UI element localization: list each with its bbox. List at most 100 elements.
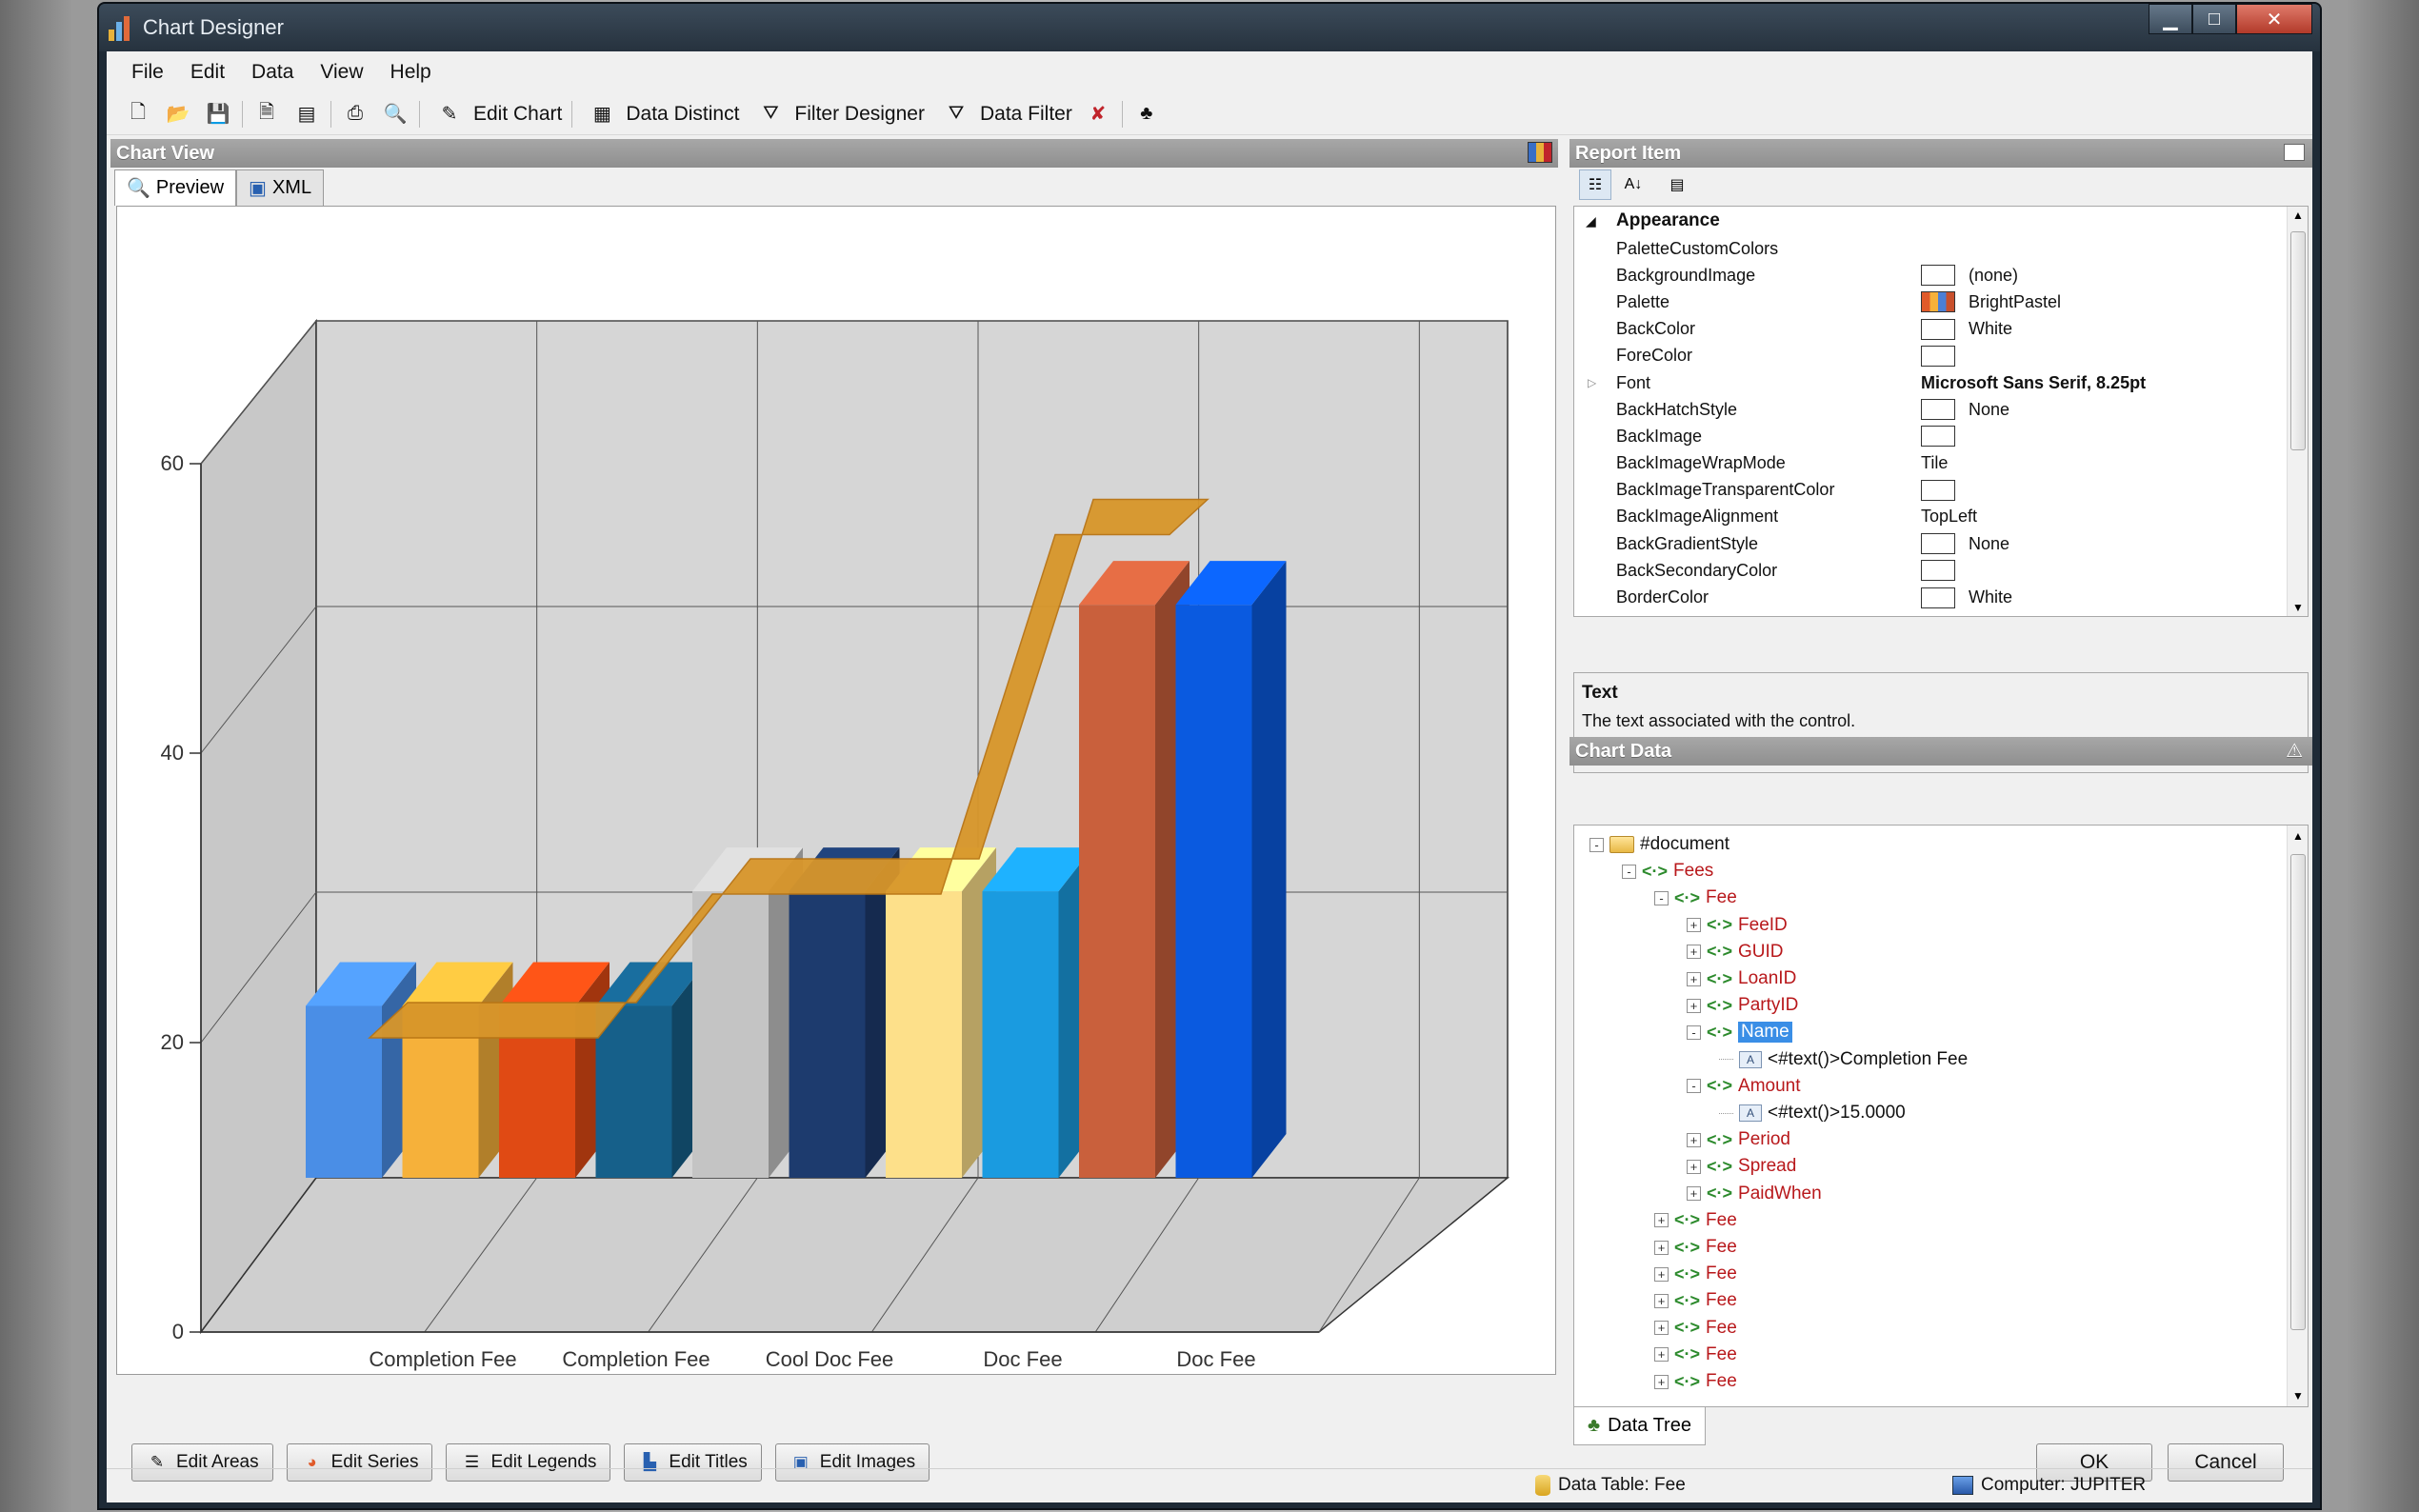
scroll-up-icon[interactable]: ▲ [2292,829,2304,843]
close-button[interactable]: ✕ [2236,4,2312,34]
property-value[interactable]: Tile [1921,453,1948,473]
expand-icon[interactable]: + [1687,1159,1701,1174]
expand-icon[interactable]: + [1687,971,1701,986]
property-row[interactable]: BorderColor White [1574,584,2308,610]
property-scrollbar[interactable]: ▲ ▼ [2287,207,2308,616]
property-value[interactable]: (none) [1921,265,2018,287]
expand-icon[interactable]: + [1654,1240,1669,1255]
property-value[interactable] [1921,345,1969,367]
tree-node[interactable]: - <·> Fees [1622,858,1713,885]
property-pages-icon[interactable]: ▤ [1661,169,1693,200]
tree-node[interactable]: + <·> GUID [1687,939,1784,965]
property-value[interactable] [1921,479,1969,501]
property-row[interactable]: BackGradientStyle None [1574,530,2308,557]
expand-icon[interactable]: + [1654,1374,1669,1389]
tree-node[interactable]: + <·> Fee [1654,1287,1737,1314]
print-icon[interactable]: ⎙ [343,102,368,127]
property-row[interactable]: BackSecondaryColor [1574,557,2308,584]
scroll-up-icon[interactable]: ▲ [2292,209,2304,222]
tree-node[interactable]: + <·> FeeID [1687,912,1788,939]
scroll-thumb[interactable] [2290,854,2306,1330]
tab-preview[interactable]: 🔍 Preview [114,169,237,206]
property-value[interactable] [1921,426,1969,448]
tree-node[interactable]: + <·> Fee [1654,1315,1737,1342]
property-row[interactable]: BackColor White [1574,316,2308,343]
tab-data-tree[interactable]: ♣ Data Tree [1573,1407,1706,1445]
tree-scrollbar[interactable]: ▲ ▼ [2287,826,2308,1406]
property-row[interactable]: BackImageWrapMode Tile [1574,450,2308,477]
property-row[interactable]: ForeColor [1574,343,2308,369]
property-value[interactable]: None [1921,533,2009,555]
property-row[interactable]: PaletteCustomColors [1574,235,2308,262]
maximize-button[interactable]: □ [2192,4,2236,34]
tree-node[interactable]: - <·> Amount [1687,1073,1801,1100]
expand-icon[interactable]: + [1654,1213,1669,1228]
property-value[interactable]: White [1921,318,2012,340]
tree-node[interactable]: + <·> PartyID [1687,992,1798,1019]
menu-data[interactable]: Data [238,55,307,90]
expand-icon[interactable]: + [1687,1132,1701,1147]
menu-edit[interactable]: Edit [177,55,238,90]
tree-node[interactable]: - <·> Name [1687,1019,1792,1045]
tree-node[interactable]: A <#text()>Completion Fee [1719,1046,1968,1073]
save-icon[interactable]: 💾 [206,102,230,127]
tree-node[interactable]: + <·> PaidWhen [1687,1181,1822,1207]
property-row[interactable]: BackImageAlignment TopLeft [1574,504,2308,530]
property-row[interactable]: Palette BrightPastel [1574,288,2308,315]
property-row[interactable]: BackgroundImage (none) [1574,262,2308,288]
property-value[interactable]: White [1921,587,2012,608]
tree-node[interactable]: + <·> Fee [1654,1368,1737,1395]
expand-icon[interactable]: + [1654,1321,1669,1336]
collapse-icon[interactable]: - [1687,1079,1701,1094]
collapse-icon[interactable]: ◢ [1586,213,1596,229]
property-value[interactable]: Microsoft Sans Serif, 8.25pt [1921,373,2146,393]
property-value[interactable]: None [1921,399,2009,421]
tree-node[interactable]: + <·> LoanID [1687,965,1796,992]
edit-chart-button[interactable]: ✎ Edit Chart [424,102,568,127]
property-value[interactable]: TopLeft [1921,507,1977,527]
property-value[interactable]: BrightPastel [1921,291,2061,313]
open-folder-icon[interactable]: 📂 [166,102,190,127]
categorized-icon[interactable]: ☷ [1579,169,1611,200]
category-appearance[interactable]: ◢ Appearance [1574,207,2308,235]
minimize-button[interactable]: ▁ [2149,4,2192,34]
data-filter-button[interactable]: ⛛ Data Filter [930,102,1078,127]
page-setup-icon[interactable]: 🗎 [254,102,279,127]
scroll-thumb[interactable] [2290,231,2306,450]
property-row[interactable]: BackImageTransparentColor [1574,477,2308,504]
warning-icon[interactable]: ⚠ [2286,739,2303,763]
tree-node[interactable]: - #document [1589,831,1729,858]
print-preview-icon[interactable]: 🔍 [383,102,408,127]
properties-icon[interactable]: ▤ [294,102,319,127]
expand-icon[interactable]: + [1687,918,1701,933]
collapse-icon[interactable]: - [1654,890,1669,905]
menu-file[interactable]: File [118,55,177,90]
property-row[interactable]: BackImage [1574,423,2308,449]
tree-node[interactable]: + <·> Spread [1687,1153,1796,1180]
tree-node[interactable]: + <·> Fee [1654,1207,1737,1234]
menu-help[interactable]: Help [377,55,445,90]
data-distinct-button[interactable]: ▦ Data Distinct [576,102,745,127]
tree-node[interactable]: A <#text()>15.0000 [1719,1100,1906,1126]
expand-icon[interactable]: + [1654,1347,1669,1363]
property-value[interactable] [1921,560,1969,582]
filter-designer-button[interactable]: ⛛ Filter Designer [745,102,930,127]
expand-icon[interactable]: + [1654,1293,1669,1308]
tree-icon[interactable]: ♣ [1134,102,1159,127]
collapse-icon[interactable]: - [1589,837,1604,852]
collapse-icon[interactable]: - [1622,864,1636,879]
tab-xml[interactable]: ▣ XML [236,169,325,206]
new-file-icon[interactable]: 🗋 [126,102,150,127]
property-row[interactable]: BackHatchStyle None [1574,396,2308,423]
tree-node[interactable]: + <·> Fee [1654,1261,1737,1287]
tree-node[interactable]: + <·> Fee [1654,1342,1737,1368]
scroll-down-icon[interactable]: ▼ [2292,601,2304,614]
title-bar[interactable]: Chart Designer ▁ □ ✕ [99,4,2320,51]
expand-icon[interactable]: ▷ [1588,376,1596,389]
expand-icon[interactable]: + [1687,945,1701,960]
collapse-icon[interactable]: - [1687,1025,1701,1040]
alphabetical-icon[interactable]: A↓ [1617,169,1649,200]
expand-icon[interactable]: + [1654,1266,1669,1282]
report-item-icon[interactable] [2284,144,2305,161]
clear-filter-icon[interactable]: ✘ [1086,102,1110,127]
